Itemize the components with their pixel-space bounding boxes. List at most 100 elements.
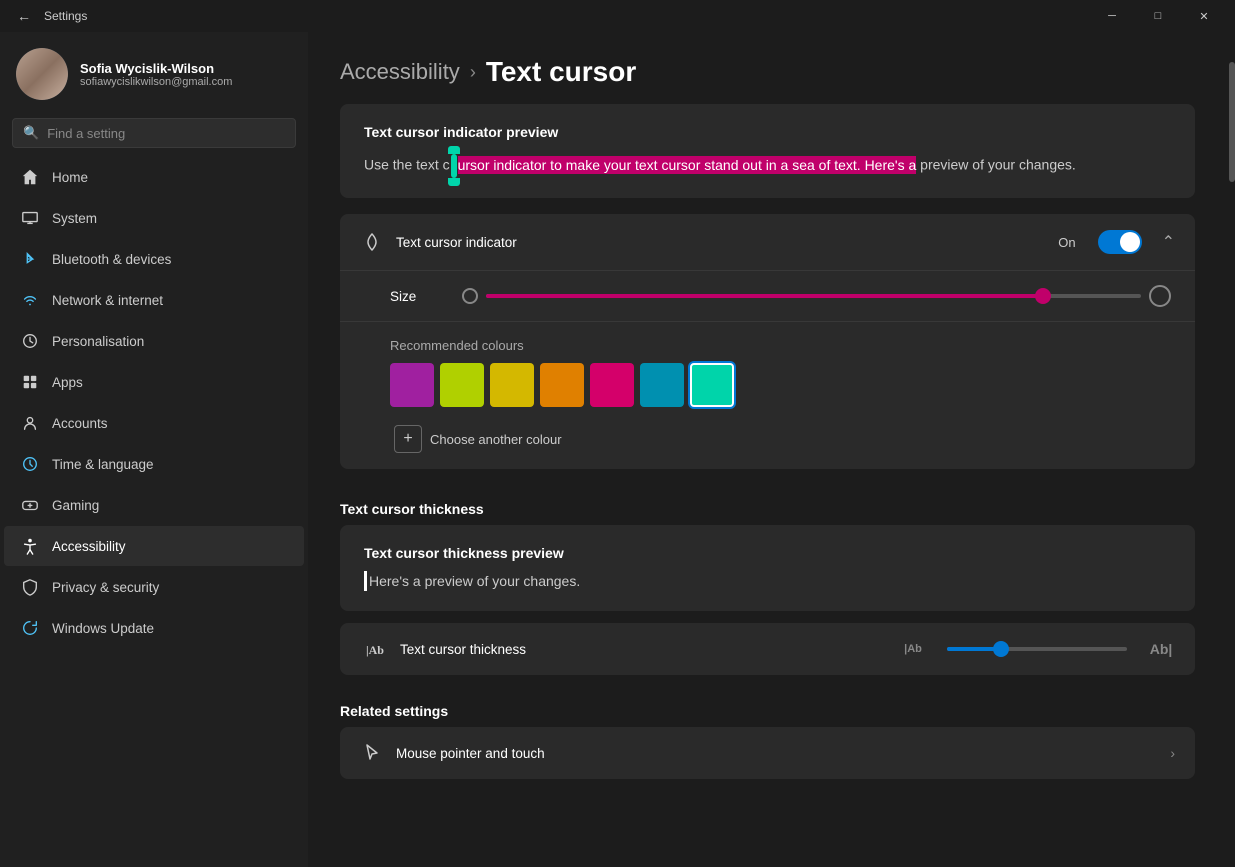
sidebar-item-network[interactable]: Network & internet	[4, 280, 304, 320]
thickness-slider-row: |Ab Text cursor thickness |Ab Ab|	[340, 623, 1195, 675]
color-swatch-purple[interactable]	[390, 363, 434, 407]
search-icon: 🔍	[23, 125, 39, 141]
color-swatch-orange[interactable]	[540, 363, 584, 407]
search-input[interactable]	[47, 126, 285, 141]
search-box[interactable]: 🔍	[12, 118, 296, 148]
user-profile[interactable]: Sofia Wycislik-Wilson sofiawycislikwilso…	[0, 32, 308, 112]
thickness-preview-card: Text cursor thickness preview Here's a p…	[340, 525, 1195, 611]
titlebar: ← Settings ─ □ ✕	[0, 0, 1235, 32]
thickness-slider-track[interactable]	[947, 647, 1127, 651]
close-button[interactable]: ✕	[1181, 0, 1227, 32]
minimize-button[interactable]: ─	[1089, 0, 1135, 32]
breadcrumb-separator: ›	[470, 62, 476, 83]
sidebar-item-accounts[interactable]: Accounts	[4, 403, 304, 443]
indicator-preview-card: Text cursor indicator preview Use the te…	[340, 104, 1195, 198]
sidebar-item-windows-update[interactable]: Windows Update	[4, 608, 304, 648]
sidebar-item-label: System	[52, 211, 97, 226]
expand-icon[interactable]: ⌃	[1162, 232, 1175, 252]
related-settings-heading: Related settings	[308, 687, 1227, 727]
mouse-pointer-icon	[360, 741, 384, 765]
user-info: Sofia Wycislik-Wilson sofiawycislikwilso…	[80, 61, 232, 88]
sidebar-item-label: Privacy & security	[52, 580, 159, 595]
size-label: Size	[390, 289, 450, 304]
chevron-right-icon: ›	[1170, 745, 1175, 761]
user-email: sofiawycislikwilson@gmail.com	[80, 76, 232, 88]
update-icon	[20, 618, 40, 638]
choose-color-button[interactable]: + Choose another colour	[390, 417, 566, 461]
sidebar-item-label: Bluetooth & devices	[52, 252, 171, 267]
svg-text:|Ab: |Ab	[366, 643, 384, 657]
sidebar-item-personalisation[interactable]: Personalisation	[4, 321, 304, 361]
apps-icon	[20, 372, 40, 392]
window-controls: ─ □ ✕	[1089, 0, 1227, 32]
indicator-card: Text cursor indicator On ⌃ Size	[340, 214, 1195, 469]
cursor-indicator-icon	[360, 230, 384, 254]
indicator-toggle[interactable]	[1098, 230, 1142, 254]
size-slider-thumb[interactable]	[1035, 288, 1051, 304]
sidebar-item-gaming[interactable]: Gaming	[4, 485, 304, 525]
page-title: Text cursor	[486, 56, 636, 88]
accounts-icon	[20, 413, 40, 433]
sidebar-item-apps[interactable]: Apps	[4, 362, 304, 402]
mouse-pointer-label: Mouse pointer and touch	[396, 746, 1158, 761]
breadcrumb-parent[interactable]: Accessibility	[340, 59, 460, 85]
titlebar-title: Settings	[44, 9, 87, 23]
home-icon	[20, 167, 40, 187]
sidebar-item-accessibility[interactable]: Accessibility	[4, 526, 304, 566]
maximize-button[interactable]: □	[1135, 0, 1181, 32]
scrollbar-track[interactable]	[1227, 32, 1235, 827]
thickness-preview-title: Text cursor thickness preview	[364, 545, 1171, 561]
sidebar-item-label: Time & language	[52, 457, 154, 472]
avatar	[16, 48, 68, 100]
thickness-slider-thumb[interactable]	[993, 641, 1009, 657]
sidebar-item-bluetooth[interactable]: Bluetooth & devices	[4, 239, 304, 279]
size-slider-fill	[486, 294, 1043, 298]
sidebar-item-label: Personalisation	[52, 334, 144, 349]
colors-row: Recommended colours + Choose another col…	[340, 322, 1195, 469]
color-swatch-pink[interactable]	[590, 363, 634, 407]
sidebar-item-time[interactable]: Time & language	[4, 444, 304, 484]
gaming-icon	[20, 495, 40, 515]
indicator-label: Text cursor indicator	[396, 235, 1046, 250]
sidebar-item-label: Home	[52, 170, 88, 185]
thickness-slider-card: |Ab Text cursor thickness |Ab Ab|	[340, 623, 1195, 675]
bluetooth-icon	[20, 249, 40, 269]
plus-icon: +	[394, 425, 422, 453]
sidebar-item-label: Accounts	[52, 416, 108, 431]
thickness-preview-content: Here's a preview of your changes.	[369, 573, 580, 589]
scrollbar-thumb[interactable]	[1229, 62, 1235, 182]
indicator-status: On	[1058, 235, 1075, 250]
size-slider-row: Size	[340, 271, 1195, 322]
thick-cursor-visual	[364, 571, 367, 591]
time-icon	[20, 454, 40, 474]
back-button[interactable]: ←	[12, 4, 36, 28]
system-icon	[20, 208, 40, 228]
sidebar-item-system[interactable]: System	[4, 198, 304, 238]
personalisation-icon	[20, 331, 40, 351]
sidebar-item-label: Windows Update	[52, 621, 154, 636]
color-swatch-teal[interactable]	[690, 363, 734, 407]
preview-title: Text cursor indicator preview	[364, 124, 1171, 140]
color-swatch-cyan[interactable]	[640, 363, 684, 407]
preview-text-before: Use the text c	[364, 157, 450, 173]
sidebar-item-home[interactable]: Home	[4, 157, 304, 197]
sidebar-item-label: Gaming	[52, 498, 99, 513]
color-swatch-yellow-green[interactable]	[440, 363, 484, 407]
main-container: Sofia Wycislik-Wilson sofiawycislikwilso…	[0, 32, 1235, 867]
preview-text: Use the text cursor indicator to make yo…	[364, 154, 1171, 178]
size-slider-container	[462, 285, 1171, 307]
sidebar: Sofia Wycislik-Wilson sofiawycislikwilso…	[0, 32, 308, 867]
content-area: Accessibility › Text cursor Text cursor …	[308, 32, 1235, 867]
thickness-label: Text cursor thickness	[400, 642, 887, 657]
sidebar-item-privacy[interactable]: Privacy & security	[4, 567, 304, 607]
indicator-toggle-row: Text cursor indicator On ⌃	[340, 214, 1195, 271]
network-icon	[20, 290, 40, 310]
sidebar-item-label: Network & internet	[52, 293, 163, 308]
sidebar-item-label: Apps	[52, 375, 83, 390]
color-swatch-yellow[interactable]	[490, 363, 534, 407]
size-small-icon	[462, 288, 478, 304]
mouse-pointer-row[interactable]: Mouse pointer and touch ›	[340, 727, 1195, 779]
user-name: Sofia Wycislik-Wilson	[80, 61, 232, 76]
sidebar-item-label: Accessibility	[52, 539, 126, 554]
size-slider-track[interactable]	[486, 294, 1141, 298]
